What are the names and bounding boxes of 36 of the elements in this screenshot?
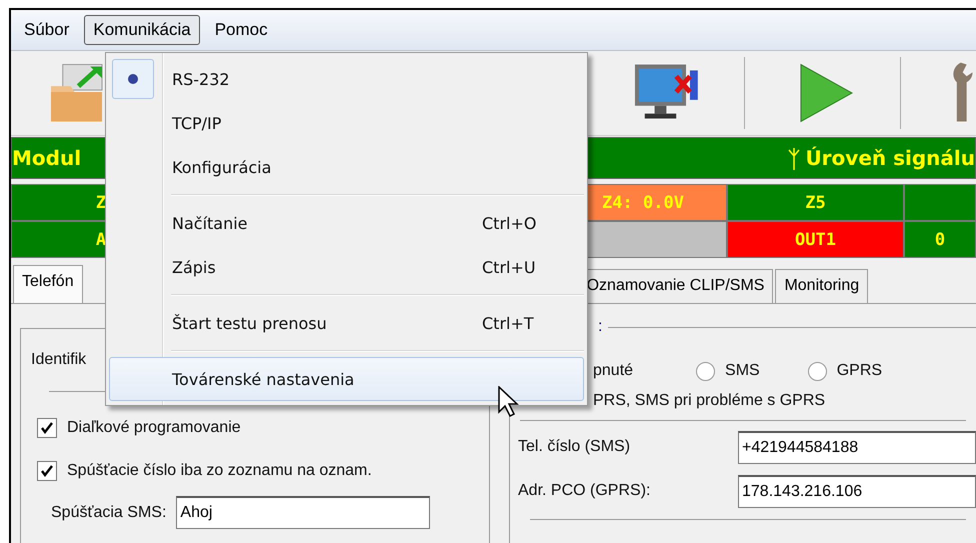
module-label: Modul [12,146,82,170]
option-label: pnuté [593,362,634,380]
radio-button[interactable] [696,362,716,380]
checkbox-label: Spúšťacie číslo iba zo zoznamu na oznam. [67,462,372,480]
group-title: : [598,318,602,336]
menu-item[interactable]: TCP/IP [109,101,584,145]
antenna-icon [787,146,802,170]
status-cell: 0 [904,221,976,258]
shortcut-label: Ctrl+O [482,214,536,232]
option-label: PRS, SMS pri probléme s GPRS [593,392,826,410]
field-label: Adr. PCO (GPRS): [518,482,652,500]
menu-item[interactable]: Štart testu prenosu Ctrl+T [109,301,584,345]
status-cell: OUT1 [727,221,904,258]
status-cell: Z5 [727,184,904,221]
identification-label: Identifik [31,351,88,369]
menu-bar-item[interactable]: Pomoc [206,15,277,45]
text-field[interactable]: 178.143.216.106 [738,474,976,508]
radio-button[interactable] [808,362,827,380]
menu-item[interactable]: Továrenské nastavenia [109,357,584,401]
cursor-icon [498,386,520,418]
field-label: Tel. číslo (SMS) [518,438,632,456]
menu-bar-item[interactable]: Súbor [15,15,78,45]
menu-item[interactable]: RS-232 [109,57,584,101]
bullet-icon [127,73,139,85]
shortcut-label: Ctrl+U [482,258,536,276]
signal-level-label: Úroveň signálu [805,146,975,170]
radio-label: SMS [725,362,760,380]
menu-bar-item[interactable]: Komunikácia [84,15,200,45]
shortcut-label: Ctrl+T [482,314,534,332]
trigger-sms-field[interactable]: Ahoj [176,496,430,529]
tab[interactable]: Telefón [13,265,83,303]
checkbox-label: Diaľkové programovanie [67,418,241,436]
radio-label: GPRS [836,362,882,380]
text-field[interactable]: +421944584188 [738,430,976,464]
tab[interactable]: Monitoring [775,269,868,303]
trigger-sms-label: Spúšťacia SMS: [51,504,166,522]
